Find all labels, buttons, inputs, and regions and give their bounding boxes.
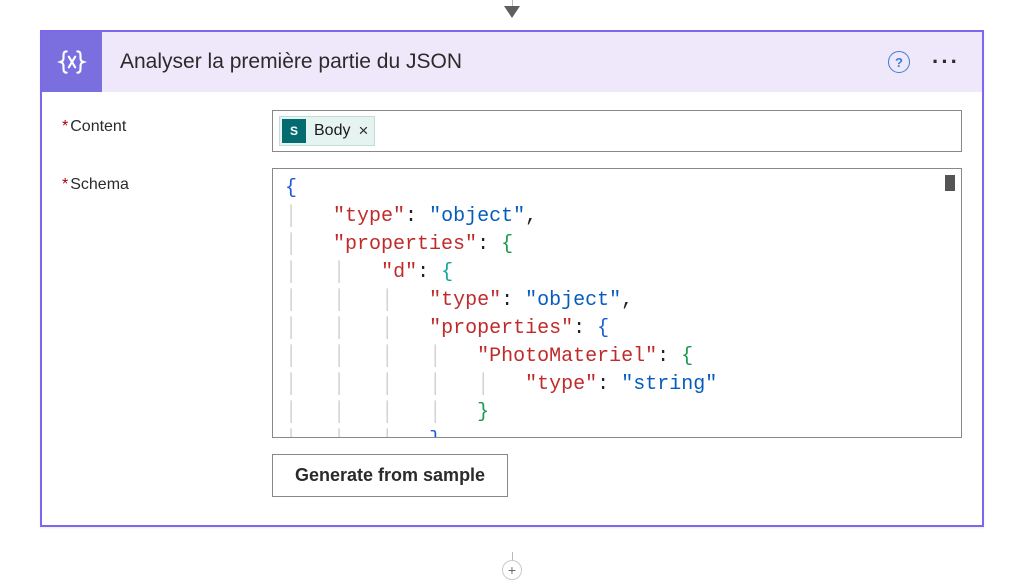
code-line: │ │ │ "properties": {	[285, 315, 949, 343]
card-title[interactable]: Analyser la première partie du JSON	[102, 50, 888, 74]
content-row: *Content S Body ×	[62, 110, 962, 152]
code-line: │ │ │ │ │ "type": "string"	[285, 371, 949, 399]
schema-label: *Schema	[62, 168, 272, 194]
card-header[interactable]: Analyser la première partie du JSON ? ··…	[42, 32, 982, 92]
schema-editor[interactable]: {│ "type": "object",│ "properties": {│ │…	[272, 168, 962, 438]
code-line: │ │ │ "type": "object",	[285, 287, 949, 315]
help-icon[interactable]: ?	[888, 51, 910, 73]
code-line: │ │ │ │ "PhotoMateriel": {	[285, 343, 949, 371]
flow-connector-out: +	[502, 552, 522, 580]
more-menu-icon[interactable]: ···	[932, 49, 960, 75]
code-line: │ │ "d": {	[285, 259, 949, 287]
dynamic-content-token[interactable]: S Body ×	[279, 116, 375, 146]
code-line: │ "properties": {	[285, 231, 949, 259]
code-line: │ │ │ }	[285, 427, 949, 438]
generate-from-sample-button[interactable]: Generate from sample	[272, 454, 508, 497]
add-step-icon[interactable]: +	[502, 560, 522, 580]
token-label: Body	[314, 122, 350, 140]
schema-row: *Schema {│ "type": "object",│ "propertie…	[62, 168, 962, 438]
code-line: {	[285, 175, 949, 203]
parse-json-icon	[42, 32, 102, 92]
card-body: *Content S Body × *Schema {│ "type": "ob…	[42, 92, 982, 525]
code-line: │ │ │ │ }	[285, 399, 949, 427]
content-label: *Content	[62, 110, 272, 136]
code-line: │ "type": "object",	[285, 203, 949, 231]
sharepoint-icon: S	[282, 119, 306, 143]
content-input[interactable]: S Body ×	[272, 110, 962, 152]
token-remove-icon[interactable]: ×	[358, 121, 368, 141]
action-card: Analyser la première partie du JSON ? ··…	[40, 30, 984, 527]
flow-connector-in	[504, 0, 520, 18]
